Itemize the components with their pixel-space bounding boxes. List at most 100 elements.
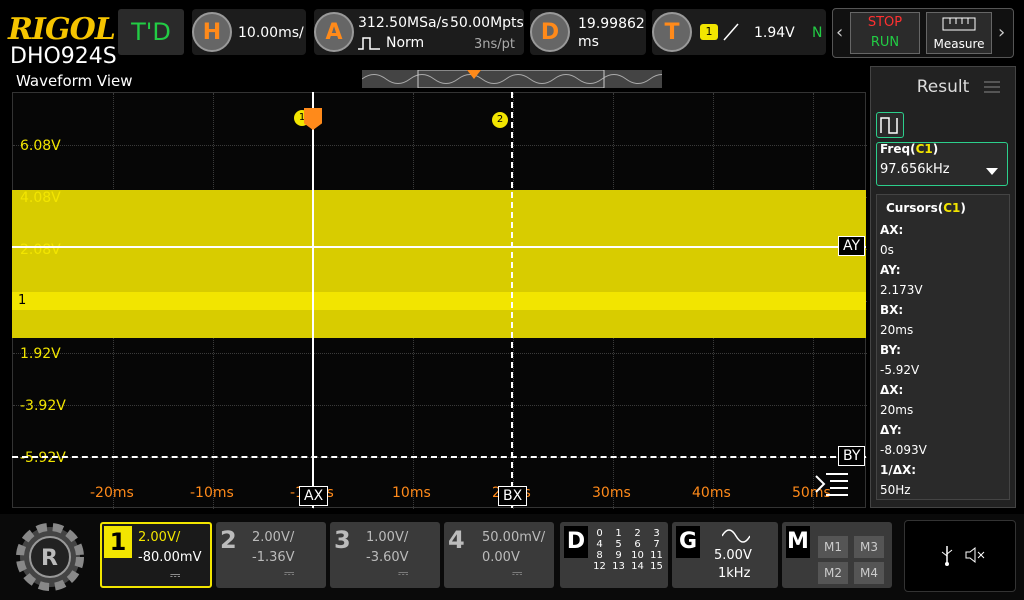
digital-num: 4	[596, 539, 603, 550]
measure-button[interactable]: Measure	[926, 12, 992, 54]
digital-num: 10	[631, 550, 644, 561]
digital-num: 3	[653, 528, 660, 539]
trigger-mode-button[interactable]: T'D	[118, 9, 184, 55]
acquire-icon: A	[314, 12, 354, 52]
channel-2[interactable]: 2 2.00V/ -1.36V ⎓	[216, 522, 326, 588]
sample-rate: 312.50MSa/s	[358, 15, 449, 31]
model-name: DHO924S	[10, 44, 117, 69]
run-label: RUN	[870, 35, 900, 50]
coupling-dc-icon: ⎓	[398, 566, 409, 581]
digital-num: 15	[650, 561, 663, 572]
generator-amplitude: 5.00V	[714, 548, 752, 563]
result-item-label: AY:	[880, 263, 901, 277]
resolution: 3ns/pt	[474, 37, 516, 52]
volt-label: 6.08V	[20, 138, 61, 154]
coupling-dc-icon: ⎓	[512, 566, 523, 581]
acquire-mode: Norm	[386, 35, 425, 51]
channel-offset: 0.00V	[482, 550, 520, 565]
digital-num: 5	[615, 539, 622, 550]
time-label: -10ms	[190, 485, 234, 501]
result-item-value: -5.92V	[880, 363, 920, 377]
result-item-label: ΔX:	[880, 383, 904, 397]
digital-num: 11	[650, 550, 663, 561]
cursor-ax-line[interactable]	[312, 92, 314, 508]
rising-edge-icon	[722, 22, 740, 42]
ruler-icon	[927, 13, 991, 37]
channel-1[interactable]: 1 2.00V/ -80.00mV ⎓	[100, 522, 212, 588]
volt-label: -3.92V	[20, 398, 66, 414]
sine-icon	[721, 528, 751, 543]
brand-logo: RIGOL	[8, 12, 116, 47]
digital-channels[interactable]: D 0123 4567 8 9 10 11 12 13 14 15	[560, 522, 668, 588]
math-m3[interactable]: M3	[854, 536, 884, 558]
channel-number: 3	[334, 526, 351, 554]
mute-icon[interactable]	[964, 546, 986, 564]
trigger-icon: T	[652, 12, 692, 52]
digital-num: 8	[596, 550, 603, 561]
timebase-value: 10.00ms/	[238, 25, 304, 41]
digital-num: 1	[615, 528, 622, 539]
cursor-by-line[interactable]	[12, 456, 866, 458]
menu-collapse-icon[interactable]	[814, 470, 850, 498]
cursor-ax-marker[interactable]: AX	[299, 486, 329, 506]
run-stop-button[interactable]: STOP RUN	[850, 12, 920, 54]
ch1-waveform-center	[12, 292, 866, 310]
digital-num: 9	[615, 550, 622, 561]
trigger-status: N	[812, 25, 823, 41]
channel-offset: -1.36V	[252, 550, 295, 565]
channel-scale: 1.00V/	[366, 530, 409, 545]
result-item-value: -8.093V	[880, 443, 927, 457]
cursor-bx-marker[interactable]: BX	[498, 486, 528, 506]
digital-num: 6	[634, 539, 641, 550]
digital-num: 12	[593, 561, 606, 572]
coupling-dc-icon: ⎓	[284, 566, 295, 581]
svg-text:R: R	[41, 546, 58, 571]
channel-3[interactable]: 3 1.00V/ -3.60V ⎓	[330, 522, 440, 588]
digital-num: 2	[634, 528, 641, 539]
cursors-label: Cursors(C1)	[886, 201, 966, 215]
time-label: 40ms	[692, 485, 731, 501]
chevron-right-icon[interactable]: ›	[998, 22, 1005, 43]
time-label: -20ms	[90, 485, 134, 501]
result-item-label: ΔY:	[880, 423, 902, 437]
math-m1[interactable]: M1	[818, 536, 848, 558]
cursor-bx-line[interactable]	[511, 92, 513, 508]
trigger-level: 1.94V	[754, 25, 795, 41]
pulse-icon	[358, 35, 380, 50]
time-label: 10ms	[392, 485, 431, 501]
digital-num: 7	[653, 539, 660, 550]
channel-4[interactable]: 4 50.00mV/ 0.00V ⎓	[444, 522, 554, 588]
result-item-label: BY:	[880, 343, 901, 357]
measure-type-icon[interactable]	[876, 112, 904, 138]
digital-letter: D	[564, 526, 588, 558]
waveform-title: Waveform View	[16, 72, 133, 90]
result-item-value: 50Hz	[880, 483, 911, 497]
menu-icon[interactable]	[984, 78, 1000, 93]
measure-label: Measure	[933, 37, 985, 51]
result-item-label: BX:	[880, 303, 904, 317]
digital-num: 14	[631, 561, 644, 572]
freq-label: Freq(C1)	[880, 142, 939, 156]
home-gear-icon[interactable]: R	[10, 518, 90, 596]
overview-bar[interactable]	[361, 69, 675, 89]
usb-icon	[940, 544, 954, 566]
cursor-ay-line[interactable]	[12, 246, 866, 248]
generator[interactable]: G 5.00V 1kHz	[672, 522, 778, 588]
cursor-ay-marker[interactable]: AY	[838, 236, 866, 256]
ch1-waveform-band	[12, 190, 866, 338]
trigger-source: 1	[700, 24, 718, 40]
memory-depth: 50.00Mpts	[450, 15, 524, 31]
math-m2[interactable]: M2	[818, 562, 848, 584]
chevron-down-icon[interactable]	[986, 168, 998, 175]
cursor-by-marker[interactable]: BY	[838, 446, 866, 466]
chevron-left-icon[interactable]: ‹	[836, 22, 843, 43]
trigger-position-marker	[467, 70, 481, 79]
result-item-value: 20ms	[880, 403, 914, 417]
math-channels[interactable]: M M1 M3 M2 M4	[782, 522, 892, 588]
generator-letter: G	[676, 526, 700, 558]
channel-offset: -80.00mV	[138, 550, 202, 565]
channel-number: 4	[448, 526, 465, 554]
digital-num: 0	[596, 528, 603, 539]
math-m4[interactable]: M4	[854, 562, 884, 584]
cursor-2-marker: 2	[492, 112, 508, 128]
